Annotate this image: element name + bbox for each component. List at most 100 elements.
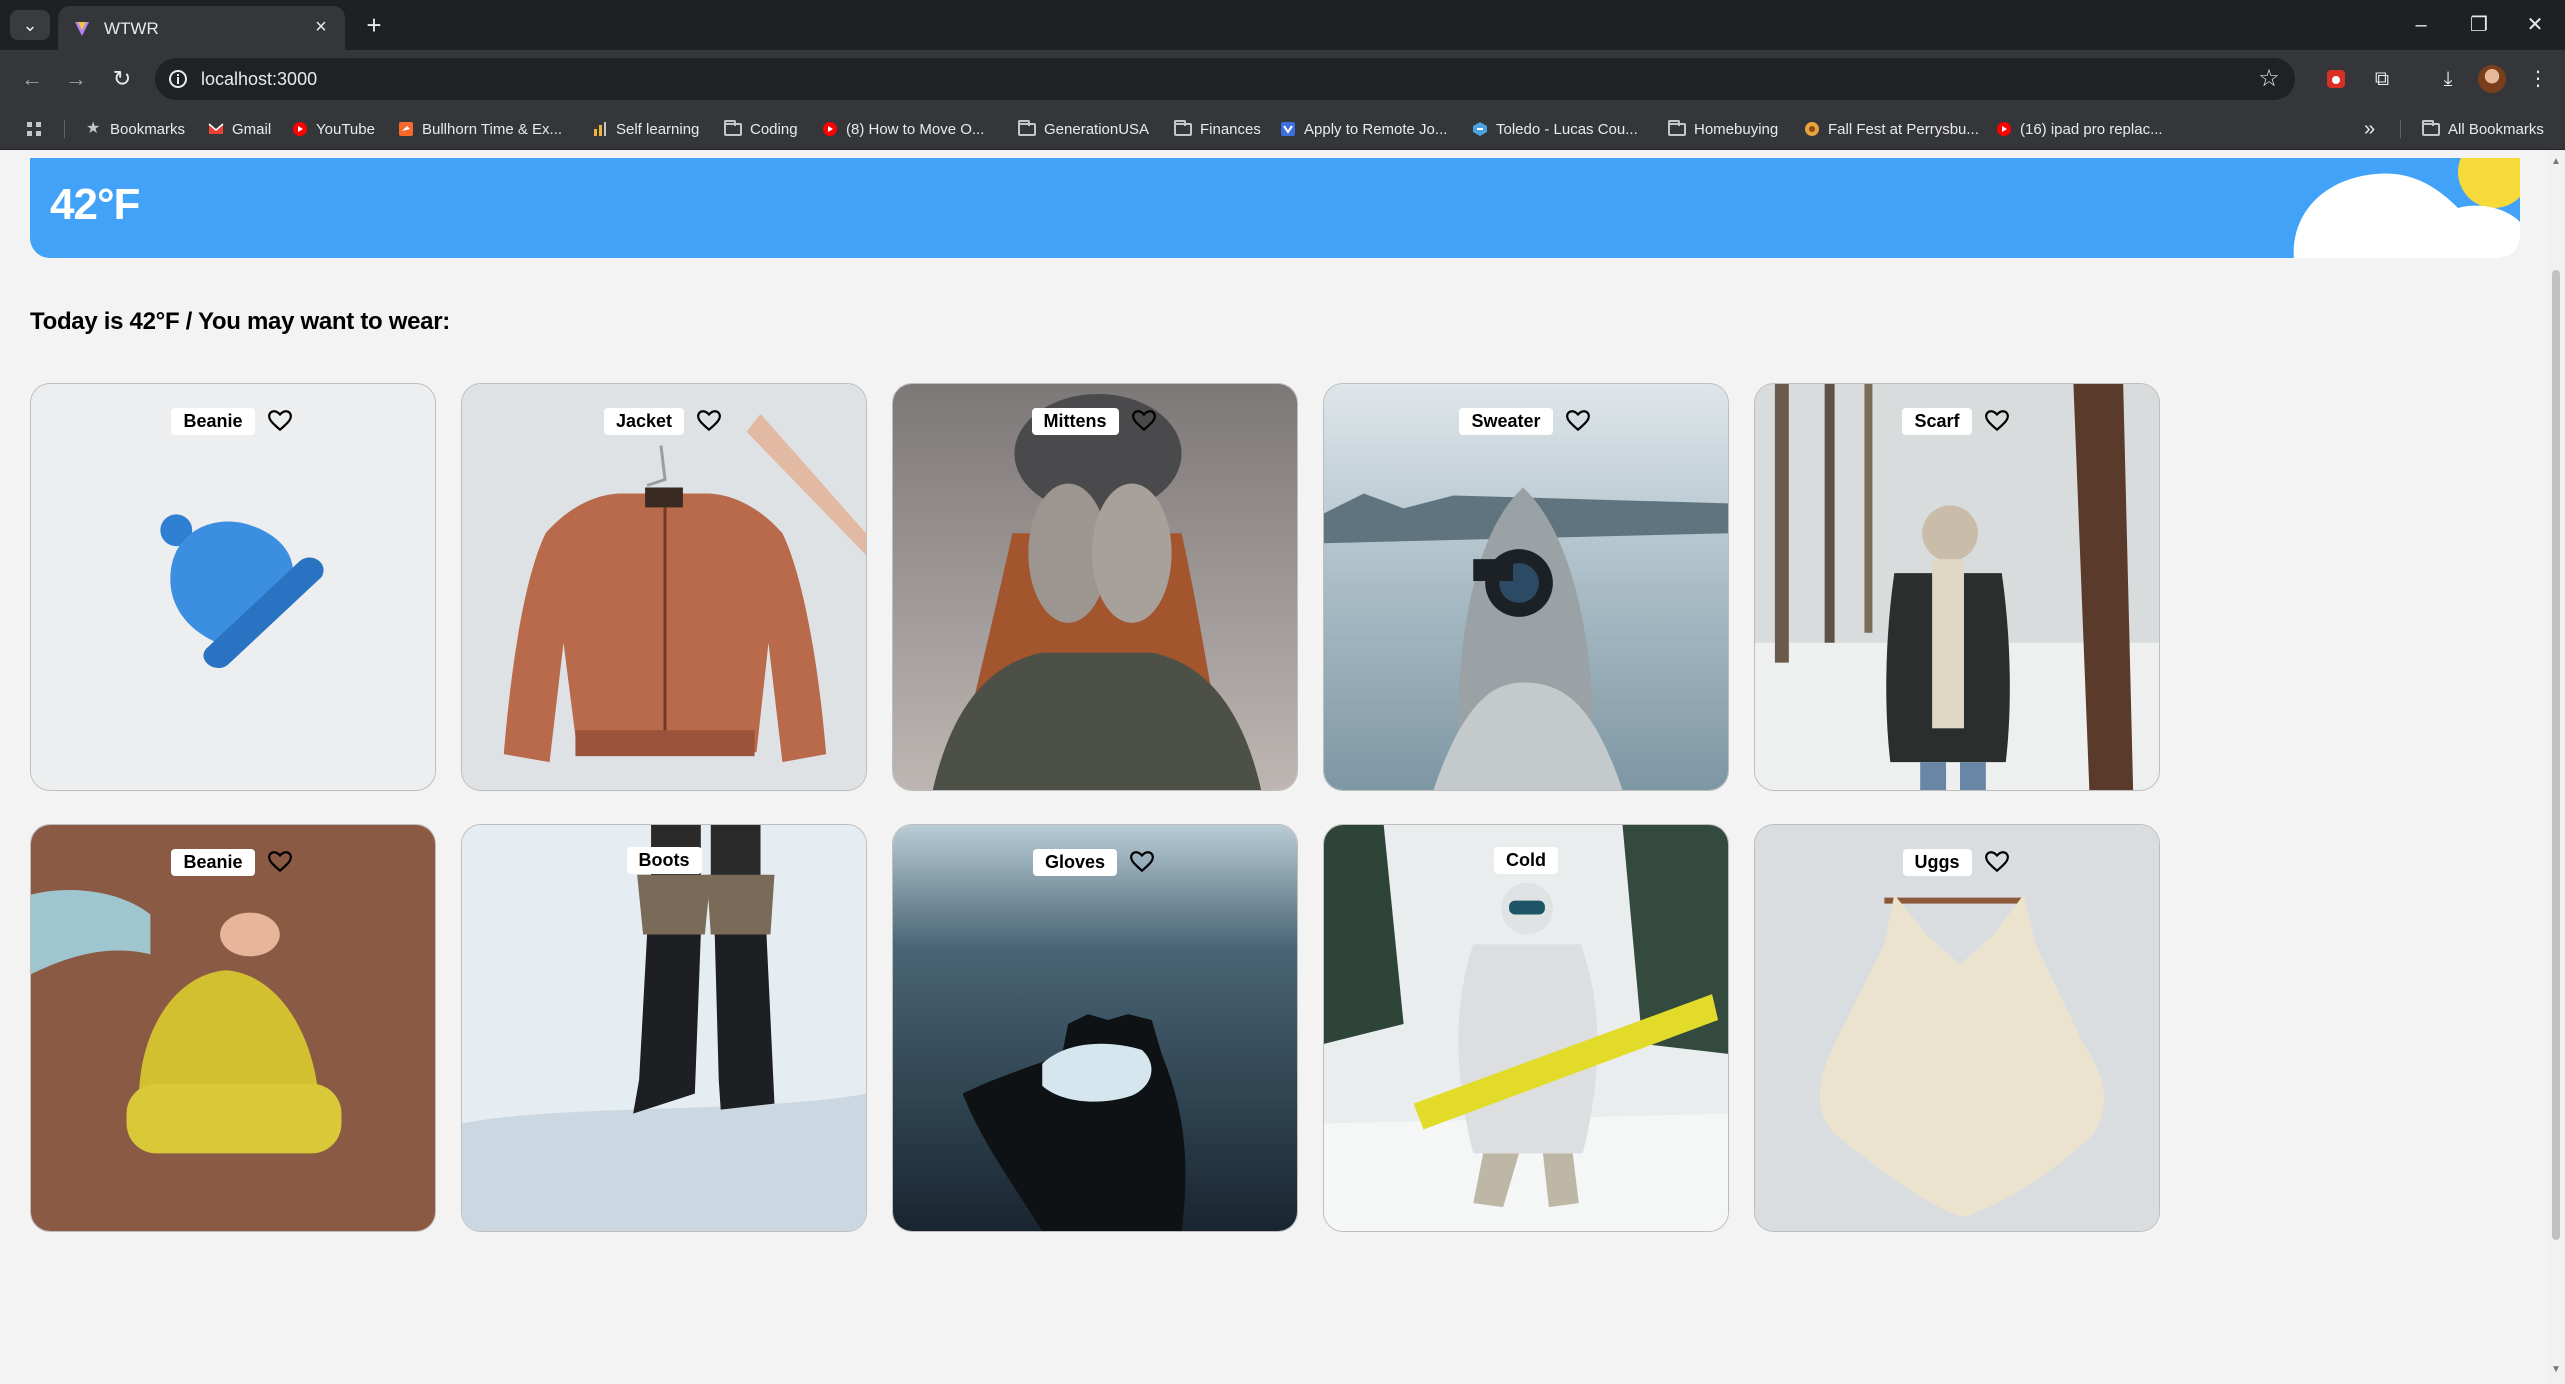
item-card-cold[interactable]: Cold (1323, 824, 1729, 1232)
item-card-beanie-yellow[interactable]: Beanie (30, 824, 436, 1232)
close-window-icon[interactable]: ✕ (2512, 8, 2558, 42)
page-scrollbar[interactable]: ▲ ▼ (2547, 150, 2565, 1384)
jacket-photo (462, 384, 866, 790)
apps-grid-icon[interactable] (26, 118, 42, 140)
beanie-icon (31, 384, 435, 790)
folder-icon (1018, 119, 1036, 136)
forward-arrow-icon[interactable]: → (58, 62, 94, 96)
bookmark-folder-homebuying[interactable]: Homebuying (1668, 118, 1778, 140)
more-bookmarks-chevron-icon[interactable]: » (2364, 118, 2375, 140)
all-bookmarks-folder[interactable]: All Bookmarks (2422, 118, 2544, 140)
heart-like-icon[interactable] (1982, 847, 2012, 877)
new-tab-button[interactable]: + (358, 10, 390, 40)
yellow-beanie-photo (31, 825, 435, 1231)
bookmark-folder-generationusa[interactable]: GenerationUSA (1018, 118, 1149, 140)
item-name: Uggs (1902, 848, 1972, 876)
heart-like-icon[interactable] (1563, 406, 1593, 436)
restore-icon[interactable]: ❐ (2456, 8, 2502, 42)
item-card-beanie[interactable]: Beanie (30, 383, 436, 791)
heart-like-icon[interactable] (694, 406, 724, 436)
download-icon[interactable]: ⤓ (2430, 62, 2466, 96)
back-arrow-icon[interactable]: ← (14, 62, 50, 96)
scarf-photo (1755, 384, 2159, 790)
reload-icon[interactable]: ↻ (104, 62, 140, 96)
bookmark-label: (16) ipad pro replac... (2020, 120, 2163, 138)
tab-active[interactable]: WTWR × (58, 6, 345, 50)
card-header: Beanie (31, 406, 435, 436)
bookmark-folder-coding[interactable]: Coding (724, 118, 798, 140)
tab-search-button[interactable]: ⌄ (10, 10, 50, 40)
profile-avatar[interactable] (2478, 65, 2506, 93)
all-bookmarks-label: All Bookmarks (2448, 120, 2544, 138)
item-name: Jacket (603, 407, 685, 435)
item-name: Scarf (1902, 407, 1972, 435)
site-info-icon[interactable] (165, 66, 191, 92)
youtube-icon (1997, 122, 2011, 136)
bookmark-item-self-learning[interactable]: Self learning (592, 118, 699, 140)
item-card-sweater[interactable]: Sweater (1323, 383, 1729, 791)
extension-red-icon[interactable] (2318, 62, 2354, 96)
sun-cloud-icon (2293, 158, 2520, 258)
mittens-photo (893, 384, 1297, 790)
card-header: Uggs (1755, 847, 2159, 877)
bookmark-item-ipad-pro[interactable]: (16) ipad pro replac... (1996, 118, 2163, 140)
item-name: Beanie (171, 848, 255, 876)
minimize-icon[interactable]: – (2398, 8, 2444, 42)
bookmark-item-bookmarks[interactable]: ★ Bookmarks (86, 118, 185, 140)
browser-menu-icon[interactable]: ⋮ (2520, 62, 2556, 96)
url-text: localhost:3000 (201, 69, 318, 89)
wear-heading: Today is 42°F / You may want to wear: (30, 308, 450, 335)
card-header: Sweater (1324, 406, 1728, 436)
bookmark-label: Finances (1200, 120, 1261, 138)
bookmark-label: Apply to Remote Jo... (1304, 120, 1448, 138)
bookmarks-bar: ★ Bookmarks Gmail YouTube Bullhorn Time … (0, 108, 2565, 150)
card-header: Mittens (893, 406, 1297, 436)
item-card-jacket[interactable]: Jacket (461, 383, 867, 791)
bookmark-item-fall-fest[interactable]: Fall Fest at Perrysbu... (1804, 118, 1979, 140)
weather-temperature: 42°F (50, 180, 140, 229)
heart-like-icon[interactable] (1127, 847, 1157, 877)
event-icon (1805, 122, 1819, 136)
scroll-up-arrow-icon[interactable]: ▲ (2550, 156, 2562, 168)
gmail-icon (208, 123, 224, 134)
bookmark-item-how-to-move[interactable]: (8) How to Move O... (822, 118, 984, 140)
heart-like-icon[interactable] (1982, 406, 2012, 436)
bookmark-item-remote-jobs[interactable]: Apply to Remote Jo... (1280, 118, 1447, 140)
bookmark-label: YouTube (316, 120, 375, 138)
county-icon (1473, 122, 1487, 136)
close-tab-icon[interactable]: × (309, 15, 333, 39)
item-card-boots[interactable]: Boots (461, 824, 867, 1232)
extensions-puzzle-icon[interactable]: ⧉ (2364, 62, 2400, 96)
heart-like-icon[interactable] (265, 847, 295, 877)
wtwr-favicon-icon (75, 22, 89, 36)
snowboarder-photo (1324, 825, 1728, 1231)
scroll-down-arrow-icon[interactable]: ▼ (2550, 1364, 2562, 1376)
browser-toolbar: ← → ↻ localhost:3000 ☆ ⧉ ⤓ ⋮ (0, 50, 2565, 108)
folder-icon (2422, 119, 2440, 136)
card-header: Beanie (31, 847, 435, 877)
bookmark-item-toledo[interactable]: Toledo - Lucas Cou... (1472, 118, 1638, 140)
item-card-scarf[interactable]: Scarf (1754, 383, 2160, 791)
card-header: Gloves (893, 847, 1297, 877)
bookmark-folder-finances[interactable]: Finances (1174, 118, 1261, 140)
bookmark-item-gmail[interactable]: Gmail (208, 118, 271, 140)
heart-like-icon[interactable] (265, 406, 295, 436)
bookmarks-divider (64, 120, 65, 138)
bookmark-star-icon[interactable]: ☆ (2255, 64, 2283, 94)
heart-like-icon[interactable] (1129, 406, 1159, 436)
boots-photo (462, 825, 866, 1231)
item-name: Sweater (1459, 407, 1553, 435)
bookmark-item-bullhorn[interactable]: Bullhorn Time & Ex... (398, 118, 562, 140)
card-header: Boots (462, 847, 866, 874)
item-card-uggs[interactable]: Uggs (1754, 824, 2160, 1232)
item-card-mittens[interactable]: Mittens (892, 383, 1298, 791)
bookmark-label: GenerationUSA (1044, 120, 1150, 138)
card-header: Scarf (1755, 406, 2159, 436)
scroll-thumb[interactable] (2552, 270, 2560, 1240)
item-card-gloves[interactable]: Gloves (892, 824, 1298, 1232)
item-name: Cold (1494, 847, 1558, 874)
address-bar[interactable]: localhost:3000 ☆ (155, 58, 2295, 100)
folder-icon (1668, 119, 1686, 136)
bookmark-item-youtube[interactable]: YouTube (292, 118, 375, 140)
bookmark-label: Toledo - Lucas Cou... (1496, 120, 1638, 138)
